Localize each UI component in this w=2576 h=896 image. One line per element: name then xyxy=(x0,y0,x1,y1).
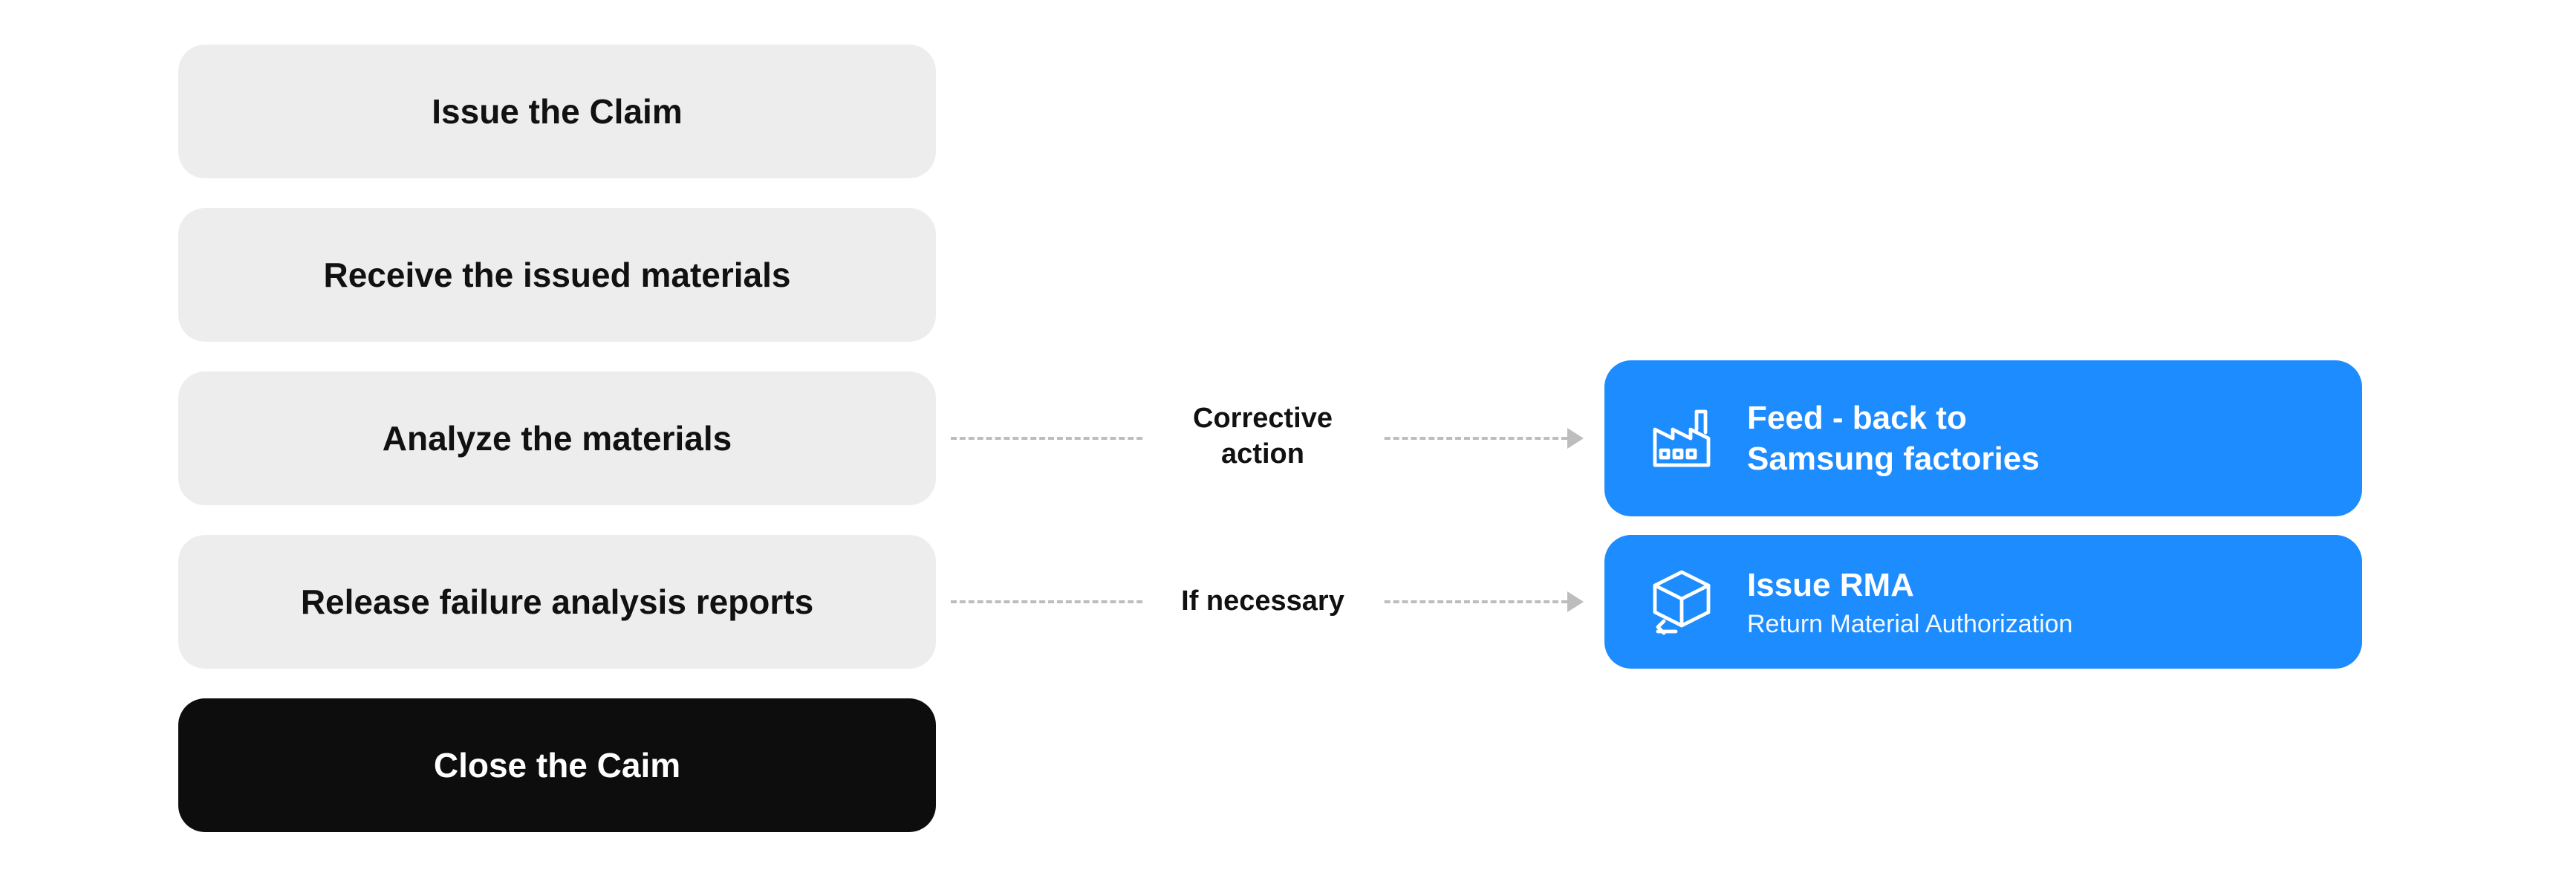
outcome-feedback-factories: Feed - back to Samsung factories xyxy=(1604,360,2362,516)
step-issue-claim: Issue the Claim xyxy=(178,45,936,178)
step-label: Receive the issued materials xyxy=(324,255,791,295)
outcome-issue-rma: Issue RMA Return Material Authorization xyxy=(1604,535,2362,669)
connector-label-corrective: Corrective action xyxy=(1144,401,1382,472)
step-analyze-materials: Analyze the materials xyxy=(178,371,936,505)
outcome-title: Feed - back to Samsung factories xyxy=(1747,397,2040,479)
arrowhead-icon xyxy=(1567,428,1584,449)
step-receive-materials: Receive the issued materials xyxy=(178,208,936,342)
process-diagram: Issue the Claim Receive the issued mater… xyxy=(0,0,2576,896)
box-return-icon xyxy=(1646,566,1717,637)
factory-icon xyxy=(1646,403,1717,474)
step-close-claim: Close the Caim xyxy=(178,698,936,832)
step-release-reports: Release failure analysis reports xyxy=(178,535,936,669)
step-label: Close the Caim xyxy=(434,745,680,785)
outcome-subtitle: Return Material Authorization xyxy=(1747,610,2072,639)
connector-label-necessary: If necessary xyxy=(1144,584,1382,620)
outcome-title: Issue RMA xyxy=(1747,565,2072,606)
arrowhead-icon xyxy=(1567,591,1584,612)
step-label: Release failure analysis reports xyxy=(301,582,813,622)
step-label: Issue the Claim xyxy=(432,91,682,132)
step-label: Analyze the materials xyxy=(383,418,732,458)
